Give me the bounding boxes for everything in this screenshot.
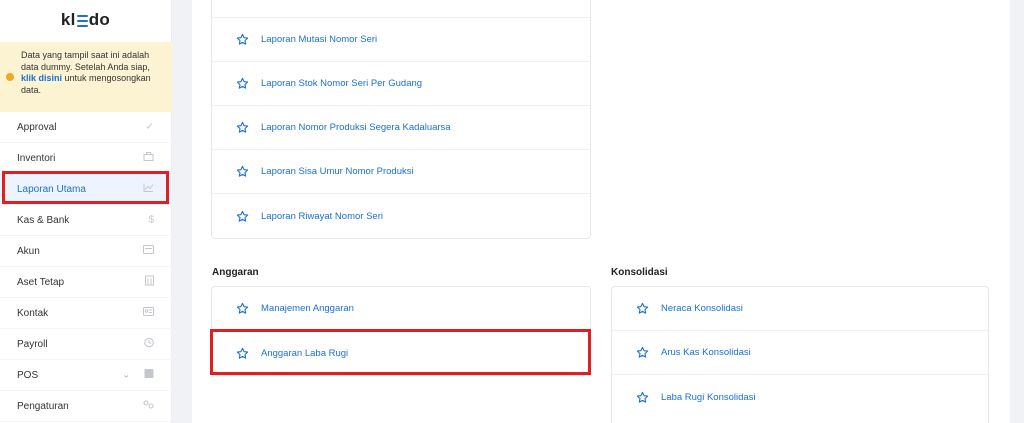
report-item-label: Arus Kas Konsolidasi	[661, 347, 751, 358]
star-icon[interactable]	[236, 302, 249, 315]
card-icon	[143, 245, 154, 257]
box-icon	[143, 152, 154, 165]
report-item-laba-rugi-konsolidasi[interactable]: Laba Rugi Konsolidasi	[612, 375, 988, 419]
report-item-riwayat-nomor-seri[interactable]: Laporan Riwayat Nomor Seri	[212, 194, 590, 238]
report-item-label: Laba Rugi Konsolidasi	[661, 391, 756, 403]
report-item-label: Laporan Nomor Produksi Segera Kadaluarsa	[261, 122, 451, 133]
anggaran-laba-rugi-highlight-box	[210, 329, 591, 375]
chevron-down-icon[interactable]: ⌄	[122, 370, 130, 381]
dummy-data-notice: Data yang tampil saat ini adalah data du…	[0, 42, 172, 112]
star-icon[interactable]	[236, 121, 249, 134]
report-item-nomor-produksi-kadaluarsa[interactable]: Laporan Nomor Produksi Segera Kadaluarsa	[212, 106, 590, 150]
app-logo[interactable]: kl do	[0, 0, 171, 40]
sidebar-item-payroll[interactable]: Payroll	[0, 329, 172, 360]
star-icon[interactable]	[636, 346, 649, 359]
star-icon[interactable]	[236, 210, 249, 223]
star-icon[interactable]	[236, 33, 249, 46]
report-item-stok-nomor-seri-gudang[interactable]: Laporan Stok Nomor Seri Per Gudang	[212, 62, 590, 106]
sidebar-item-akun[interactable]: Akun	[0, 236, 172, 267]
star-icon[interactable]	[636, 391, 649, 404]
logo-mark-icon	[76, 15, 88, 27]
pos-icon	[144, 369, 154, 382]
star-icon[interactable]	[236, 165, 249, 178]
sidebar-item-inventori[interactable]: Inventori	[0, 143, 172, 174]
check-icon: ✓	[145, 121, 154, 133]
sidebar-item-kontak[interactable]: Kontak	[0, 298, 172, 329]
contact-icon	[143, 307, 154, 319]
report-item-mutasi-nomor-seri[interactable]: Laporan Mutasi Nomor Seri	[212, 18, 590, 62]
sidebar-item-kas-bank[interactable]: Kas & Bank $	[0, 205, 172, 236]
sidebar-item-pos[interactable]: POS ⌄	[0, 360, 172, 391]
clock-icon	[144, 337, 154, 351]
sidebar-item-pengaturan[interactable]: Pengaturan	[0, 391, 172, 422]
clear-data-link[interactable]: klik disini	[21, 73, 62, 83]
section-title-anggaran: Anggaran	[212, 267, 259, 278]
report-item-sisa-umur-nomor-produksi[interactable]: Laporan Sisa Umur Nomor Produksi	[212, 150, 590, 194]
building-icon	[145, 275, 154, 289]
star-icon[interactable]	[636, 302, 649, 315]
sidebar-item-aset-tetap[interactable]: Aset Tetap	[0, 267, 172, 298]
report-item	[212, 0, 590, 18]
report-item-label: Laporan Mutasi Nomor Seri	[261, 34, 378, 45]
report-item-manajemen-anggaran[interactable]: Manajemen Anggaran	[212, 287, 590, 331]
sidebar-menu: Approval ✓ Inventori Laporan Utama Kas &…	[0, 112, 172, 422]
report-item-label: Laporan Stok Nomor Seri Per Gudang	[261, 78, 423, 89]
report-item-label: Laporan Riwayat Nomor Seri	[261, 210, 383, 222]
warning-dot-icon	[6, 73, 14, 81]
report-item-label: Laporan Sisa Umur Nomor Produksi	[261, 166, 414, 177]
star-icon[interactable]	[236, 77, 249, 90]
section-title-konsolidasi: Konsolidasi	[611, 267, 668, 278]
sidebar: kl do Data yang tampil saat ini adalah d…	[0, 0, 172, 423]
konsolidasi-card: Neraca Konsolidasi Arus Kas Konsolidasi …	[611, 286, 989, 423]
serial-report-card: Laporan Mutasi Nomor Seri Laporan Stok N…	[211, 0, 591, 239]
report-item-arus-kas-konsolidasi[interactable]: Arus Kas Konsolidasi	[612, 331, 988, 375]
dollar-icon: $	[148, 214, 154, 226]
report-item-neraca-konsolidasi[interactable]: Neraca Konsolidasi	[612, 287, 988, 331]
sidebar-item-approval[interactable]: Approval ✓	[0, 112, 172, 143]
sidebar-highlight-box	[2, 171, 169, 204]
gear-icon	[143, 400, 154, 412]
report-item-label: Neraca Konsolidasi	[661, 303, 743, 314]
report-item-label: Manajemen Anggaran	[261, 303, 354, 314]
